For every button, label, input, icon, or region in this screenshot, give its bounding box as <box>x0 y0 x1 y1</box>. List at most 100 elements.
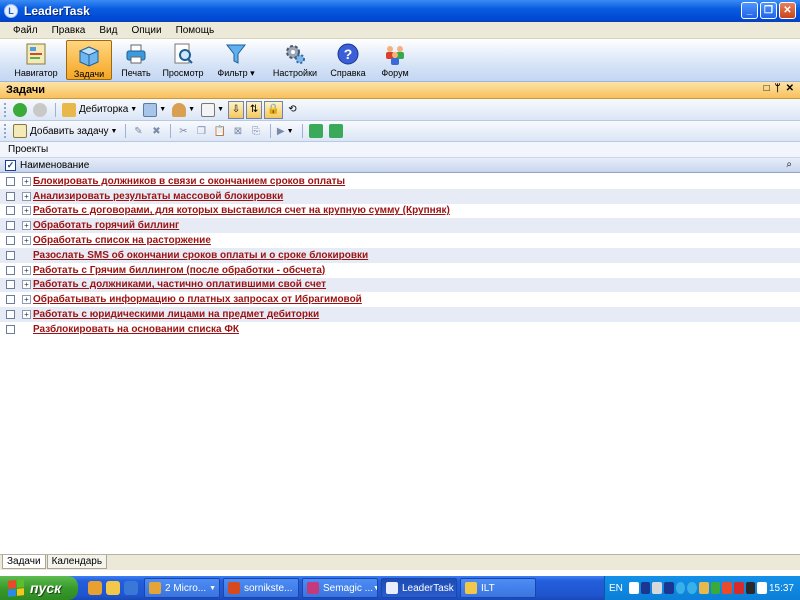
task-title[interactable]: Обработать список на расторжение <box>33 235 211 246</box>
copy-button[interactable]: ❐ <box>193 122 209 140</box>
task-title[interactable]: Анализировать результаты массовой блокир… <box>33 191 283 202</box>
tray-icon[interactable] <box>722 582 732 594</box>
back-button[interactable] <box>11 101 29 119</box>
sort-down-button[interactable]: ⇩ <box>228 100 245 119</box>
task-checkbox[interactable] <box>6 176 15 186</box>
task-title[interactable]: Работать с Грячим биллингом (после обраб… <box>33 265 325 276</box>
task-checkbox[interactable] <box>6 206 15 216</box>
quick-launch-icon[interactable] <box>124 581 138 595</box>
task-row[interactable]: + Обработать список на расторжение <box>0 233 800 248</box>
panel-float-icon[interactable]: □ <box>764 83 770 94</box>
delete-button[interactable]: ✖ <box>148 122 164 140</box>
menu-file[interactable]: Файл <box>6 25 45 36</box>
forum-button[interactable]: Форум <box>372 40 418 80</box>
task-checkbox[interactable] <box>6 236 15 246</box>
edit-button[interactable]: ✎ <box>130 122 146 140</box>
expand-plus-icon[interactable]: + <box>22 236 31 246</box>
menu-options[interactable]: Опции <box>124 25 168 36</box>
task-title[interactable]: Работать с договорами, для которых выста… <box>33 205 450 216</box>
task-title[interactable]: Разослать SMS об окончании сроков оплаты… <box>33 250 368 261</box>
tab-calendar[interactable]: Календарь <box>46 555 108 569</box>
task-checkbox[interactable] <box>6 191 15 201</box>
play-dropdown-button[interactable]: ▶ ▼ <box>275 122 296 140</box>
start-button[interactable]: пуск <box>0 576 78 600</box>
expand-plus-icon[interactable]: + <box>22 265 31 275</box>
panel-close-icon[interactable]: ✕ <box>786 83 794 94</box>
task-checkbox[interactable] <box>6 280 15 290</box>
task-row[interactable]: + Работать с юридическими лицами на предм… <box>0 307 800 322</box>
search-icon[interactable]: ⌕ <box>786 159 792 170</box>
attach-button[interactable]: ⎘ <box>248 122 264 140</box>
task-row[interactable]: Разослать SMS об окончании сроков оплаты… <box>0 247 800 263</box>
select-all-checkbox[interactable]: ✓ <box>5 159 16 171</box>
expand-plus-icon[interactable]: + <box>22 295 31 305</box>
task-title[interactable]: Работать с должниками, частично оплативш… <box>33 279 326 290</box>
forward-button[interactable] <box>31 101 49 119</box>
task-row[interactable]: + Блокировать должников в связи с окончан… <box>0 174 800 189</box>
minimize-button[interactable]: _ <box>741 2 758 19</box>
tray-icon[interactable] <box>687 582 697 594</box>
tray-icon[interactable] <box>745 582 756 594</box>
expand-plus-icon[interactable]: + <box>22 310 31 320</box>
tray-icon[interactable] <box>663 582 674 594</box>
person-dropdown-button[interactable]: ▼ <box>170 101 197 119</box>
search-button[interactable] <box>307 122 325 140</box>
expand-plus-icon[interactable]: + <box>22 191 31 201</box>
preview-button[interactable]: Просмотр <box>160 40 206 80</box>
task-title[interactable]: Обрабатывать информацию о платных запрос… <box>33 294 362 305</box>
filter-button[interactable]: Фильтр ▾ <box>207 40 265 80</box>
view-dropdown-button[interactable]: ▼ <box>141 101 168 119</box>
task-checkbox[interactable] <box>6 324 15 334</box>
tray-icon[interactable] <box>710 582 721 594</box>
quick-launch-icon[interactable] <box>88 581 102 595</box>
task-title[interactable]: Обработать горячий биллинг <box>33 220 179 231</box>
taskbar-item[interactable]: 2 Micro... ▼ <box>144 578 220 598</box>
task-row[interactable]: + Работать с договорами, для которых выст… <box>0 204 800 219</box>
help-icon[interactable] <box>640 582 651 594</box>
help-button[interactable]: ? Справка <box>325 40 371 80</box>
tasks-button[interactable]: Задачи <box>66 40 112 80</box>
maximize-button[interactable]: ❐ <box>760 2 777 19</box>
task-row[interactable]: + Анализировать результаты массовой блоки… <box>0 188 800 204</box>
folder-select-button[interactable]: Дебиторка ▼ <box>60 101 139 119</box>
taskbar-item[interactable]: ILT <box>460 578 536 598</box>
task-row[interactable]: + Обрабатывать информацию о платных запро… <box>0 292 800 307</box>
menu-help[interactable]: Помощь <box>169 25 222 36</box>
task-title[interactable]: Работать с юридическими лицами на предме… <box>33 309 319 320</box>
language-indicator[interactable]: EN <box>609 583 623 594</box>
menu-view[interactable]: Вид <box>92 25 124 36</box>
expand-plus-icon[interactable]: + <box>22 176 31 186</box>
taskbar-item[interactable]: LeaderTask <box>381 578 457 598</box>
pin-icon[interactable]: ᛘ <box>775 83 781 94</box>
expand-plus-icon[interactable]: + <box>22 221 31 231</box>
task-checkbox[interactable] <box>6 310 15 320</box>
tray-icon[interactable] <box>675 582 686 594</box>
paste-button[interactable]: 📋 <box>211 122 227 140</box>
tray-icon[interactable] <box>698 582 709 594</box>
task-checkbox[interactable] <box>6 265 15 275</box>
tray-icon[interactable] <box>757 582 767 594</box>
print-button[interactable]: Печать <box>113 40 159 80</box>
expand-plus-icon[interactable]: + <box>22 206 31 216</box>
projects-tab[interactable]: Проекты <box>0 142 800 158</box>
task-row[interactable]: + Работать с Грячим биллингом (после обра… <box>0 263 800 278</box>
settings-button[interactable]: Настройки <box>266 40 324 80</box>
task-row[interactable]: + Работать с должниками, частично оплатив… <box>0 277 800 293</box>
navigator-button[interactable]: Навигатор <box>7 40 65 80</box>
tray-icon[interactable] <box>628 582 639 594</box>
close-button[interactable]: ✕ <box>779 2 796 19</box>
taskbar-item[interactable]: sornikste... <box>223 578 299 598</box>
task-row[interactable]: Разблокировать на основании списка ФК <box>0 322 800 337</box>
taskbar-item[interactable]: Semagic ...▼ <box>302 578 378 598</box>
add-task-button[interactable]: Добавить задачу ▼ <box>11 122 119 140</box>
sort-up-button[interactable]: ⇅ <box>246 100 263 119</box>
tray-icon[interactable] <box>652 582 662 594</box>
name-column-header[interactable]: Наименование <box>20 160 89 171</box>
toolbar-grip[interactable] <box>4 124 7 138</box>
cut-button[interactable]: ✂ <box>175 122 191 140</box>
tab-tasks[interactable]: Задачи <box>2 555 46 569</box>
menu-edit[interactable]: Правка <box>45 25 93 36</box>
tray-icon[interactable] <box>733 582 744 594</box>
task-title[interactable]: Разблокировать на основании списка ФК <box>33 324 239 335</box>
rotate-button[interactable]: ⟲ <box>285 101 301 119</box>
